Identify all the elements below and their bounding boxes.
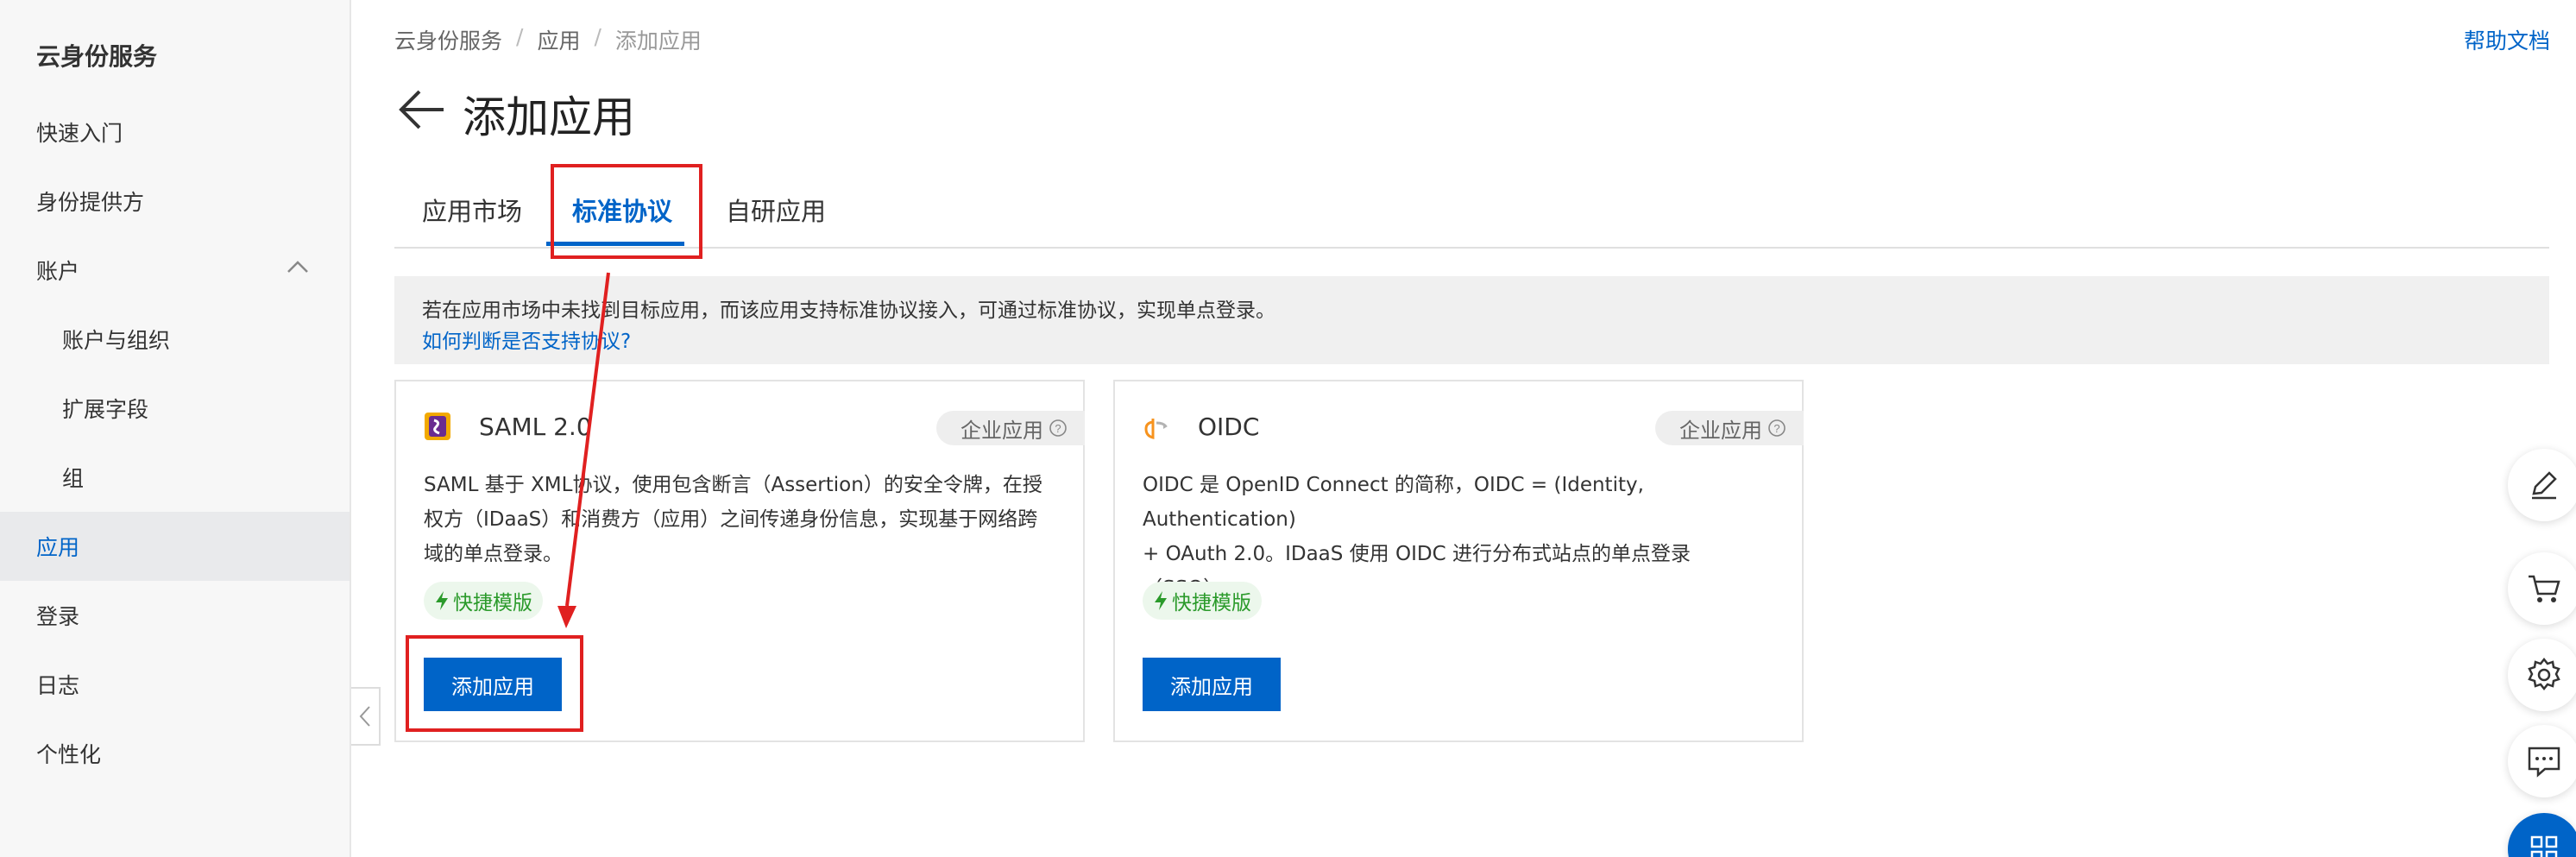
- tab-app-market[interactable]: 应用市场: [422, 192, 522, 228]
- sidebar-item-label: 快速入门: [36, 121, 123, 146]
- apps-icon: [2530, 835, 2558, 857]
- help-docs-link[interactable]: 帮助文档: [2464, 24, 2550, 55]
- breadcrumb-item[interactable]: 应用: [537, 24, 580, 55]
- apps-float-button[interactable]: [2508, 813, 2576, 857]
- description-line: OIDC 是 OpenID Connect 的简称，OIDC = (Identi…: [1143, 474, 1644, 531]
- cart-icon: [2529, 575, 2560, 602]
- tab-standard-protocol[interactable]: 标准协议: [572, 192, 672, 228]
- protocol-support-link[interactable]: 如何判断是否支持协议?: [422, 325, 631, 354]
- sidebar-item-groups[interactable]: 组: [0, 443, 350, 512]
- quick-template-label: 快捷模版: [453, 592, 532, 614]
- sidebar-item-logs[interactable]: 日志: [0, 650, 350, 719]
- notice-text: 若在应用市场中未找到目标应用，而该应用支持标准协议接入，可通过标准协议，实现单点…: [422, 299, 1275, 322]
- sidebar-item-label: 账户: [36, 259, 80, 284]
- sidebar-collapse-button[interactable]: [351, 687, 381, 746]
- settings-icon: [2528, 657, 2560, 691]
- sidebar-item-label: 身份提供方: [36, 190, 145, 215]
- chat-float-button[interactable]: [2508, 725, 2576, 797]
- saml-card: SAML 2.0 企业应用 ? SAML 基于 XML协议，使用包含断言（Ass…: [394, 380, 1085, 742]
- breadcrumb-separator: /: [516, 24, 524, 49]
- edit-icon: [2532, 471, 2557, 500]
- add-saml-app-button[interactable]: 添加应用: [424, 658, 562, 711]
- breadcrumb-separator: /: [594, 24, 601, 49]
- oidc-icon: [1144, 419, 1168, 439]
- saml-icon: [425, 413, 450, 440]
- description-line: 域的单点登录。: [424, 543, 563, 565]
- quick-template-tag: 快捷模版: [1143, 582, 1262, 620]
- card-description: SAML 基于 XML协议，使用包含断言（Assertion）的安全令牌，在授 …: [424, 468, 1066, 571]
- description-line: + OAuth 2.0。IDaaS 使用 OIDC 进行分布式站点的单点登录: [1143, 543, 1691, 565]
- help-circle-icon[interactable]: ?: [1767, 419, 1786, 438]
- sidebar-item-applications[interactable]: 应用: [0, 512, 350, 581]
- tab-bar: 应用市场 标准协议 自研应用: [394, 164, 2549, 249]
- card-title: SAML 2.0: [479, 413, 592, 441]
- info-notice: 若在应用市场中未找到目标应用，而该应用支持标准协议接入，可通过标准协议，实现单点…: [394, 276, 2549, 364]
- sidebar-item-label: 扩展字段: [62, 397, 149, 422]
- tab-custom-app[interactable]: 自研应用: [726, 192, 826, 228]
- edit-float-button[interactable]: [2508, 449, 2576, 521]
- sidebar-item-label: 个性化: [36, 742, 102, 767]
- chevron-up-icon[interactable]: [287, 260, 309, 274]
- card-title: OIDC: [1198, 413, 1260, 441]
- chat-icon: [2528, 747, 2560, 778]
- settings-float-button[interactable]: [2508, 639, 2576, 711]
- sidebar: 云身份服务 快速入门 身份提供方 账户 账户与组织 扩展字段 组 应用 登录 日…: [0, 0, 351, 857]
- sidebar-item-label: 登录: [36, 604, 80, 629]
- lightning-icon: [436, 591, 448, 610]
- tag-label: 企业应用: [1679, 418, 1762, 443]
- breadcrumb-item[interactable]: 云身份服务: [394, 24, 502, 55]
- breadcrumb-current: 添加应用: [614, 28, 702, 54]
- page-title: 添加应用: [463, 92, 635, 142]
- enterprise-app-tag: 企业应用 ?: [936, 411, 1085, 445]
- sidebar-item-label: 应用: [36, 535, 80, 560]
- enterprise-app-tag: 企业应用 ?: [1655, 411, 1804, 445]
- tag-label: 企业应用: [960, 418, 1043, 443]
- oidc-card: OIDC 企业应用 ? OIDC 是 OpenID Connect 的简称，OI…: [1113, 380, 1804, 742]
- sidebar-item-extended-fields[interactable]: 扩展字段: [0, 374, 350, 443]
- back-arrow-icon[interactable]: [397, 88, 445, 131]
- sidebar-item-accounts-orgs[interactable]: 账户与组织: [0, 305, 350, 374]
- sidebar-item-personalization[interactable]: 个性化: [0, 719, 350, 788]
- cart-float-button[interactable]: [2508, 552, 2576, 625]
- sidebar-item-label: 日志: [36, 673, 80, 698]
- quick-template-tag: 快捷模版: [424, 582, 543, 620]
- description-line: 权方（IDaaS）和消费方（应用）之间传递身份信息，实现基于网络跨: [424, 508, 1038, 531]
- sidebar-title: 云身份服务: [36, 42, 158, 71]
- sidebar-item-login[interactable]: 登录: [0, 581, 350, 650]
- lightning-icon: [1155, 591, 1167, 610]
- sidebar-item-quick-start[interactable]: 快速入门: [0, 98, 350, 167]
- help-circle-icon[interactable]: ?: [1049, 419, 1068, 438]
- sidebar-item-label: 账户与组织: [62, 328, 171, 353]
- sidebar-item-identity-provider[interactable]: 身份提供方: [0, 167, 350, 236]
- svg-text:?: ?: [1055, 422, 1061, 435]
- active-tab-indicator: [546, 242, 684, 246]
- breadcrumb: 云身份服务 / 应用 / 添加应用: [394, 24, 702, 55]
- chevron-left-icon: [359, 706, 370, 727]
- quick-template-label: 快捷模版: [1172, 592, 1251, 614]
- description-line: SAML 基于 XML协议，使用包含断言（Assertion）的安全令牌，在授: [424, 474, 1042, 496]
- add-oidc-app-button[interactable]: 添加应用: [1143, 658, 1281, 711]
- svg-text:?: ?: [1773, 422, 1779, 435]
- sidebar-item-label: 组: [62, 466, 85, 491]
- sidebar-item-accounts[interactable]: 账户: [0, 236, 350, 305]
